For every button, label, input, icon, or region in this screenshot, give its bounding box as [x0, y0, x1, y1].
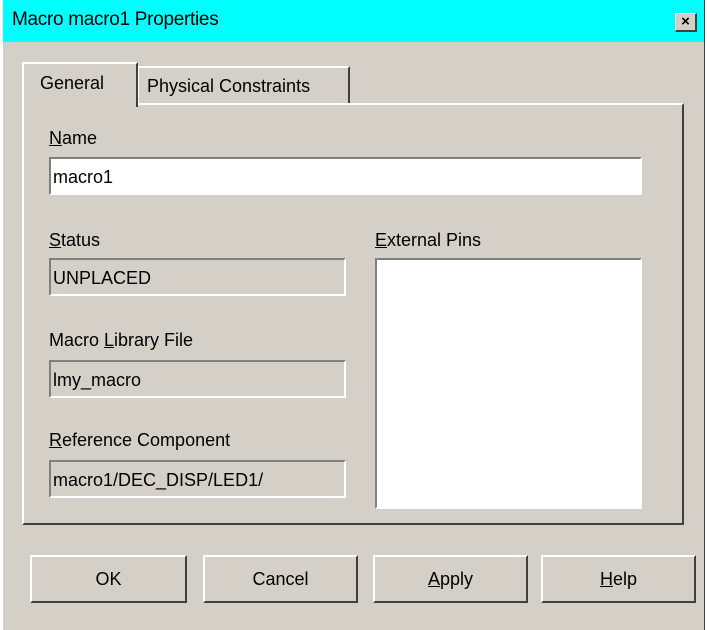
tab-physical-constraints[interactable]: Physical Constraints	[137, 66, 350, 103]
apply-button[interactable]: Apply	[373, 555, 528, 603]
macro-properties-dialog: Macro macro1 Properties × General Physic…	[2, 0, 705, 630]
macro-library-file-field: lmy_macro	[49, 360, 346, 398]
ok-button[interactable]: OK	[30, 555, 187, 603]
macro-library-file-label: Macro Library File	[49, 330, 194, 350]
status-label: Status	[49, 230, 101, 250]
name-input[interactable]: macro1	[49, 157, 642, 195]
cancel-button-label: Cancel	[252, 568, 309, 589]
reference-component-label: Reference Component	[49, 430, 231, 450]
apply-button-label: Apply	[427, 568, 474, 589]
title-bar[interactable]: Macro macro1 Properties ×	[3, 0, 704, 42]
help-button-label: Help	[599, 568, 638, 589]
tab-general-label: General	[40, 73, 105, 93]
external-pins-list[interactable]	[375, 258, 642, 509]
help-button[interactable]: Help	[541, 555, 696, 603]
close-icon[interactable]: ×	[675, 13, 697, 32]
reference-component-field: macro1/DEC_DISP/LED1/	[49, 460, 346, 498]
tab-general[interactable]: General	[22, 62, 138, 107]
cancel-button[interactable]: Cancel	[203, 555, 358, 603]
status-field: UNPLACED	[49, 258, 346, 296]
tab-physical-constraints-label: Physical Constraints	[147, 76, 311, 96]
ok-button-label: OK	[95, 568, 122, 589]
name-label: Name	[49, 128, 98, 148]
external-pins-label: External Pins	[375, 230, 482, 250]
window-title: Macro macro1 Properties	[12, 9, 219, 30]
